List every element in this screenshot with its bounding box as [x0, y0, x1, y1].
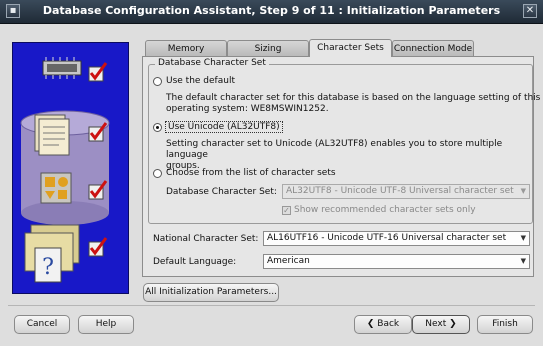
chevron-down-icon: ▼ — [520, 187, 526, 195]
chip-icon — [42, 57, 82, 79]
radio-use-default[interactable]: Use the default — [153, 76, 235, 86]
select-value: American — [267, 256, 310, 266]
default-language-label: Default Language: — [153, 257, 237, 267]
window-title: Database Configuration Assistant, Step 9… — [42, 4, 501, 17]
tab-character-sets[interactable]: Character Sets — [309, 39, 392, 57]
tab-connection-mode[interactable]: Connection Mode — [392, 40, 474, 57]
radio-label: Choose from the list of character sets — [166, 168, 336, 178]
description-line: Setting character set to Unicode (AL32UT… — [166, 139, 503, 160]
back-label: Back — [377, 319, 400, 329]
radio-use-unicode[interactable]: Use Unicode (AL32UTF8) — [153, 121, 283, 133]
close-icon[interactable]: ✕ — [523, 4, 537, 18]
show-recommended-checkbox[interactable]: ✓ Show recommended character sets only — [282, 205, 476, 215]
db-charset-label: Database Character Set: — [166, 187, 277, 197]
back-arrow-icon: ❮ — [366, 319, 375, 329]
group-title: Database Character Set — [155, 58, 269, 68]
wizard-illustration: ? — [12, 42, 129, 294]
default-description: The default character set for this datab… — [166, 93, 540, 115]
cancel-button[interactable]: Cancel — [14, 315, 70, 334]
shapes-tile-icon — [40, 172, 72, 204]
finish-button[interactable]: Finish — [477, 315, 533, 334]
title-bar: ▪ Database Configuration Assistant, Step… — [0, 0, 543, 24]
checkbox-label: Show recommended character sets only — [294, 205, 476, 215]
national-charset-select[interactable]: AL16UTF16 - Unicode UTF-16 Universal cha… — [263, 231, 530, 246]
all-initialization-parameters-button[interactable]: All Initialization Parameters... — [143, 283, 279, 302]
tab-sizing[interactable]: Sizing — [227, 40, 309, 57]
national-charset-label: National Character Set: — [153, 234, 259, 244]
radio-choose-from-list[interactable]: Choose from the list of character sets — [153, 168, 336, 178]
radio-indicator — [153, 122, 162, 132]
select-value: AL16UTF16 - Unicode UTF-16 Universal cha… — [267, 233, 507, 243]
radio-indicator — [153, 76, 162, 86]
help-button[interactable]: Help — [78, 315, 134, 334]
divider — [8, 305, 535, 306]
next-button[interactable]: Next ❯ — [412, 315, 470, 334]
back-button[interactable]: ❮ Back — [354, 315, 412, 334]
documents-icon — [34, 114, 70, 156]
radio-label: Use Unicode (AL32UTF8) — [165, 121, 283, 133]
chevron-down-icon: ▼ — [520, 234, 526, 242]
chevron-down-icon: ▼ — [520, 257, 526, 265]
svg-text:?: ? — [42, 255, 54, 280]
tab-memory[interactable]: Memory — [145, 40, 227, 57]
help-document-icon: ? — [24, 224, 80, 283]
default-language-select[interactable]: American ▼ — [263, 254, 530, 269]
checkbox-indicator: ✓ — [282, 205, 291, 215]
next-label: Next — [425, 319, 447, 329]
select-value: AL32UTF8 - Unicode UTF-8 Universal chara… — [286, 186, 514, 196]
radio-indicator — [153, 168, 162, 178]
radio-label: Use the default — [166, 76, 235, 86]
description-line: operating system: WE8MSWIN1252. — [166, 104, 329, 114]
db-charset-select[interactable]: AL32UTF8 - Unicode UTF-8 Universal chara… — [282, 184, 530, 199]
description-line: The default character set for this datab… — [166, 93, 541, 103]
next-arrow-icon: ❯ — [449, 319, 457, 329]
